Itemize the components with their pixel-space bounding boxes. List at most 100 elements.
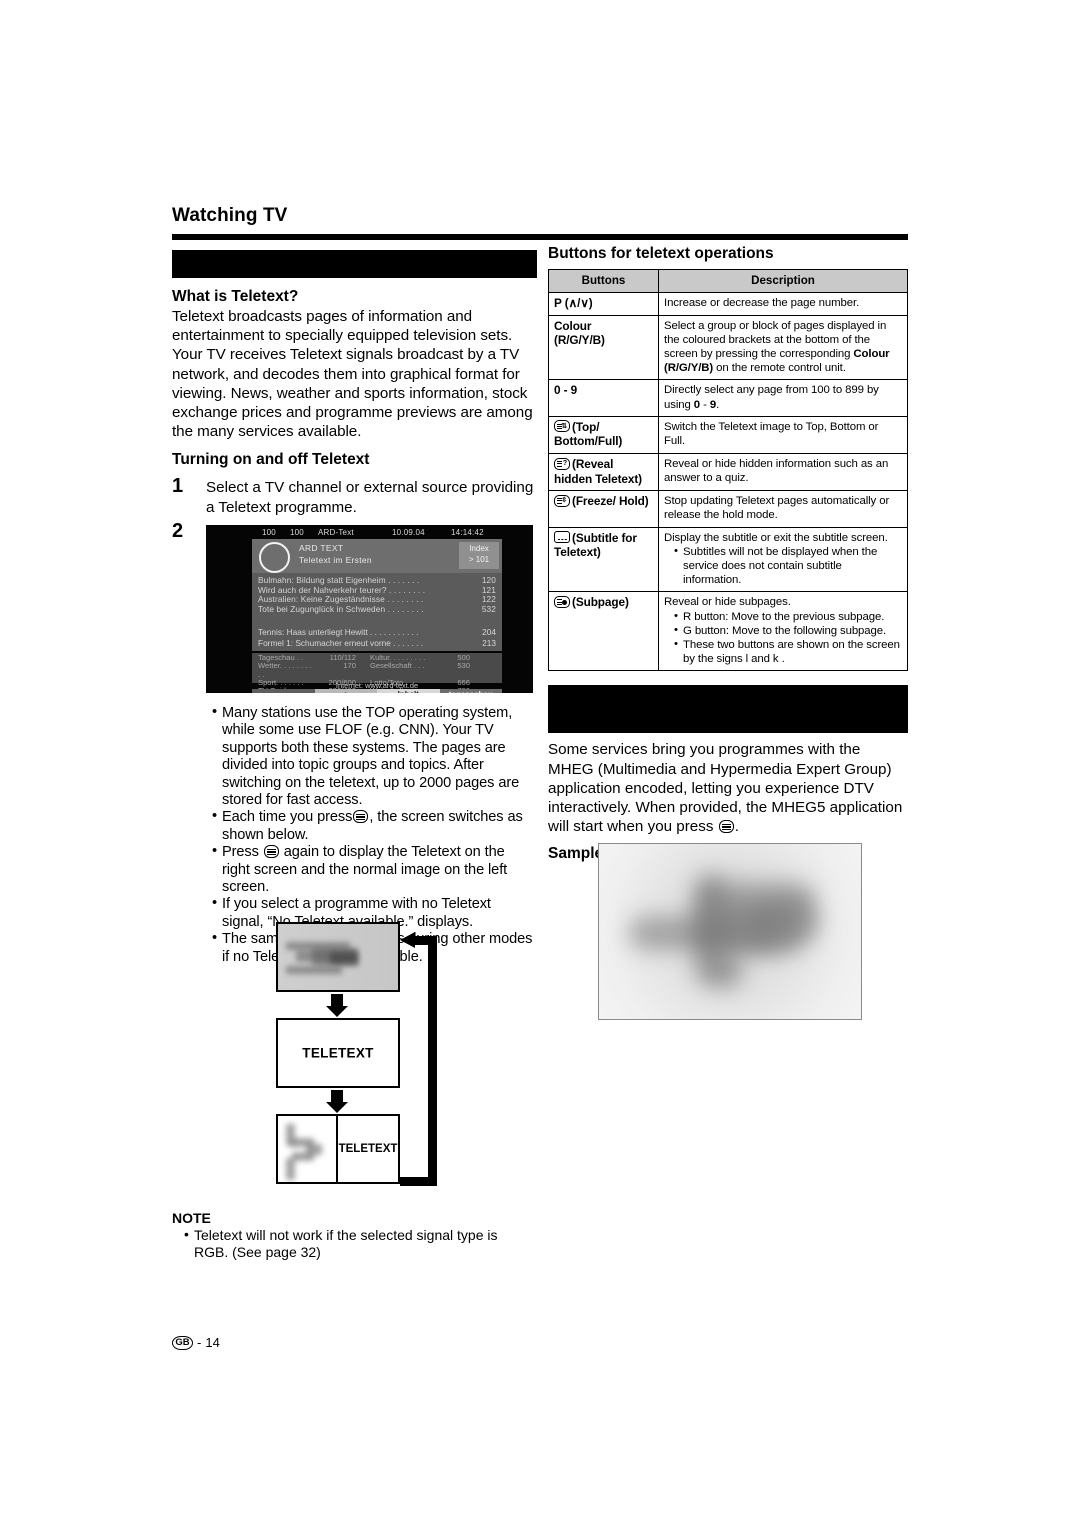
desc-part: Display the subtitle or exit the subtitl… [664,531,888,544]
row-desc-digits: Directly select any page from 100 to 899… [658,379,908,417]
colour-bar-yellow[interactable]: Inhalt [377,689,440,693]
flow-box-split-teletext-label: TELETEXT [338,1143,398,1155]
redacted-section-banner-right [548,685,908,734]
flow-loop-arrowhead-icon [400,932,415,948]
step-1-number: 1 [172,475,184,498]
left-column: What is Teletext? Teletext broadcasts pa… [172,250,537,547]
row-button-colour: Colour (R/G/Y/B) [548,314,659,381]
sports-page: 204 [482,627,496,637]
reveal-hidden-teletext-icon: ? [554,457,570,470]
teletext-status-bar: 100 100 ARD-Text 10.09.04 14:14:42 [206,525,533,539]
teletext-date: 10.09.04 [392,528,425,537]
redacted-section-banner-left [172,250,537,278]
top-bottom-full-icon: ⇅ [554,420,570,433]
table-row: ⇳ (Freeze/ Hold) Stop updating Teletext p… [548,490,908,528]
buttons-table-heading: Buttons for teletext operations [548,245,774,262]
flow-box-split-image-half [278,1116,338,1182]
row-desc-top-bottom-full: Switch the Teletext image to Top, Bottom… [658,415,908,455]
teletext-sample-screen: 100 100 ARD-Text 10.09.04 14:14:42 ARD T… [206,525,533,693]
list-item: R button: Move to the previous subpage. [674,609,902,624]
table-row: 0 - 9 Directly select any page from 100 … [548,379,908,417]
teletext-sports-row: Formel 1: Schumacher erneut vorne . . . … [258,638,496,649]
teletext-index-label: Index [469,544,489,553]
subtitle-icon [554,531,570,544]
teletext-button-icon [353,810,369,824]
footer-separator: - [197,1335,202,1350]
list-item: Press again to display the Teletext on t… [212,843,536,896]
flow-arrow-down-1 [276,992,400,1018]
what-is-teletext-body: Teletext broadcasts pages of information… [172,308,533,441]
row-desc-colour: Select a group or block of pages display… [658,314,908,381]
mheg-body-end: . [734,818,739,836]
teletext-headline-row: Tote bei Zugunglück in Schweden . . . . … [258,603,496,615]
what-is-teletext-heading: What is Teletext? [172,288,299,305]
bullet3-pre: Press [222,844,259,861]
list-item: G button: Move to the following subpage. [674,623,902,638]
headline-page: 532 [481,603,496,614]
row-button-subpage: (Subpage) [548,591,659,672]
sports-page: 213 [482,637,496,648]
table-row: Colour (R/G/Y/B) Select a group or block… [548,314,908,381]
table-row: P (∧/∨) Increase or decrease the page nu… [548,292,908,316]
desc-part: . [716,398,720,411]
teletext-mode-flow-diagram: TELETEXT TELETEXT [276,922,400,1184]
teletext-index-box: Index > 101 [459,542,499,569]
mheg5-sample-screenshot [598,843,862,1020]
sports-text: Tennis: Haas unterliegt Hewitt . . . . .… [258,627,419,637]
ard-logo-circle [259,542,290,573]
mheg-body-text: Some services bring you programmes with … [548,740,908,836]
table-row: (Subtitle for Teletext) Display the subt… [548,526,908,593]
row-button-freeze-hold: ⇳ (Freeze/ Hold) [548,490,659,528]
teletext-headlines: Bulmahn: Bildung statt Eigenheim . . . .… [252,573,502,625]
sports-text: Formel 1: Schumacher erneut vorne . . . … [258,637,424,648]
teletext-grid-row: Wetter. . . . . . . . . . 170 Gesellscha… [258,662,496,679]
list-item: These two buttons are shown on the scree… [674,637,902,666]
page-footer: GB - 14 [172,1335,220,1350]
row-button-subtitle: (Subtitle for Teletext) [548,526,659,593]
step-1: 1 Select a TV channel or external source… [172,476,537,517]
teletext-button-icon [718,820,734,834]
colour-bar-red[interactable]: — [252,689,315,693]
flow-box-teletext-full-label: TELETEXT [302,1045,374,1061]
list-item: Each time you press, the screen switches… [212,808,536,844]
flow-arrow-down-2 [276,1088,400,1114]
teletext-sports-row: Tennis: Haas unterliegt Hewitt . . . . .… [258,627,496,638]
teletext-header-block: ARD TEXT Teletext im Ersten Index > 101 [252,539,502,573]
turning-on-off-heading: Turning on and off Teletext [172,451,370,469]
colour-bar-green[interactable]: + [314,689,377,693]
row-desc-subtitle: Display the subtitle or exit the subtitl… [658,526,908,593]
flow-box-teletext-full: TELETEXT [276,1018,400,1088]
teletext-buttons-table: Buttons Description P (∧/∨) Increase or … [548,269,908,672]
grid-cell: Wetter. . . . . . . . . . [258,661,312,679]
flow-box-tv-image [276,922,400,992]
row-desc-reveal: Reveal or hide hidden information such a… [658,452,908,492]
teletext-index-page: > 101 [468,555,490,564]
subpage-icon [554,595,570,608]
row-desc-p-updown: Increase or decrease the page number. [658,292,908,316]
row-button-p-updown: P (∧/∨) [548,292,659,316]
title-rule [172,234,908,240]
table-row: (Subpage) Reveal or hide subpages. R but… [548,591,908,672]
region-badge: GB [172,1335,193,1350]
column-header-buttons: Buttons [548,269,659,293]
page-number: 14 [205,1335,220,1350]
desc-part: on the remote control unit. [713,362,846,375]
colour-bar-blue[interactable]: tagesschau [439,689,502,693]
row-button-subpage-label: (Subpage) [572,595,629,610]
bullet2-pre: Each time you press [222,809,353,826]
desc-part: Reveal or hide subpages. [664,596,791,609]
list-item: Subtitles will not be displayed when the… [674,544,902,588]
column-header-description: Description [658,269,908,293]
flow-box-split-screen: TELETEXT [276,1114,400,1184]
note-item: Teletext will not work if the selected s… [184,1226,532,1261]
right-column: Buttons for teletext operations Buttons … [548,245,908,863]
flow-box-split-teletext-half: TELETEXT [338,1116,398,1182]
desc-part: - [700,398,710,411]
step-2-number: 2 [172,520,184,543]
row-desc-freeze-hold: Stop updating Teletext pages automatical… [658,490,908,528]
teletext-button-icon [263,845,279,859]
row-button-freeze-hold-label: (Freeze/ Hold) [572,494,649,509]
row-button-reveal: ? (Reveal hidden Teletext) [548,452,659,492]
teletext-header-line1: ARD TEXT [299,543,344,553]
table-row: ⇅ (Top/ Bottom/Full) Switch the Teletext … [548,415,908,455]
